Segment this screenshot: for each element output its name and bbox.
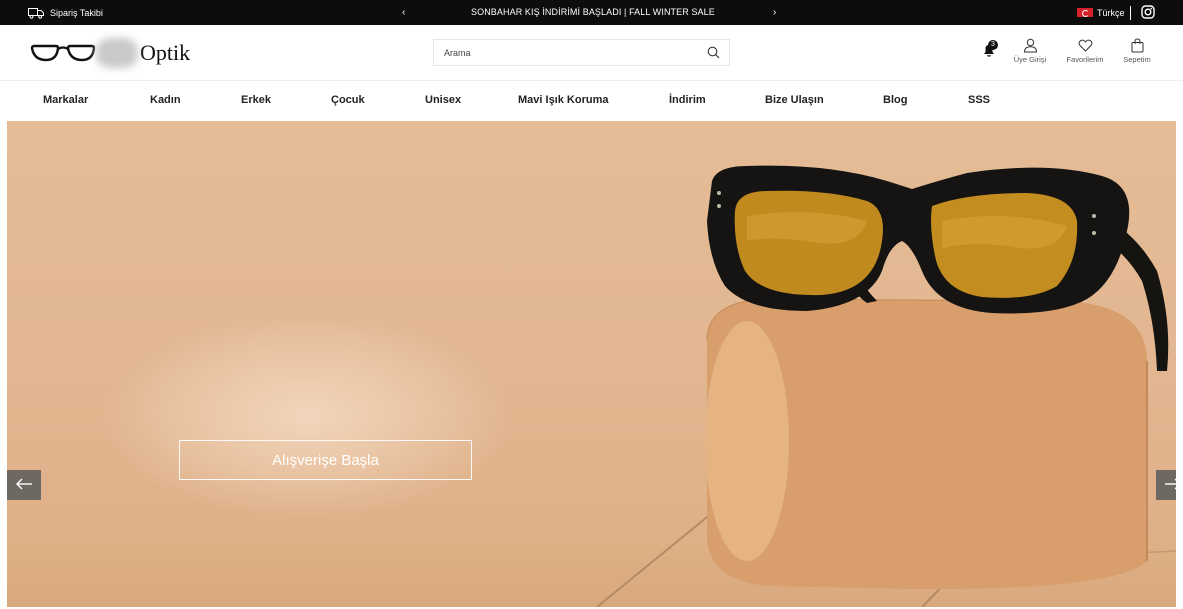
hero-slider: Alışverişe Başla: [7, 121, 1176, 607]
favorites-label: Favorilerim: [1066, 55, 1104, 64]
nav-item-sss[interactable]: SSS: [968, 81, 990, 121]
notification-count-badge: 3: [988, 40, 998, 50]
search-box[interactable]: [433, 39, 730, 66]
nav-item-blog[interactable]: Blog: [883, 81, 907, 121]
nav-item-indirim[interactable]: İndirim: [669, 81, 706, 121]
cart-label: Sepetim: [1123, 55, 1151, 64]
login-button[interactable]: Üye Girişi: [1013, 38, 1047, 64]
search-input[interactable]: [444, 40, 694, 65]
instagram-icon[interactable]: [1141, 5, 1155, 19]
turkey-flag-icon: [1077, 8, 1093, 17]
nav-item-cocuk[interactable]: Çocuk: [331, 81, 365, 121]
nav-item-unisex[interactable]: Unisex: [425, 81, 461, 121]
nav-item-erkek[interactable]: Erkek: [241, 81, 271, 121]
logo-brand-text: Optik: [140, 40, 191, 65]
arrow-left-icon: [16, 478, 32, 489]
announcement-text: SONBAHAR KIŞ İNDİRİMİ BAŞLADI | FALL WIN…: [471, 7, 715, 17]
login-label: Üye Girişi: [1013, 55, 1047, 64]
bag-icon: [1131, 38, 1143, 53]
language-label: Türkçe: [1097, 7, 1125, 18]
main-navigation: Markalar Kadın Erkek Çocuk Unisex Mavi I…: [0, 81, 1183, 121]
announcement-next-arrow[interactable]: ›: [773, 0, 776, 25]
order-tracking-link[interactable]: Sipariş Takibi: [28, 0, 103, 25]
nav-item-markalar[interactable]: Markalar: [43, 81, 88, 121]
heart-icon: [1078, 39, 1092, 52]
slider-next-button[interactable]: [1156, 470, 1176, 500]
arrow-right-icon: [1165, 478, 1176, 489]
slider-prev-button[interactable]: [7, 470, 41, 500]
nav-item-kadin[interactable]: Kadın: [150, 81, 181, 121]
logo-redacted-area: [96, 38, 138, 68]
site-logo[interactable]: Optik: [30, 35, 190, 71]
search-icon[interactable]: [707, 46, 720, 59]
start-shopping-button[interactable]: Alışverişe Başla: [179, 440, 472, 480]
order-tracking-label: Sipariş Takibi: [50, 7, 103, 18]
hero-sunglasses-image: [596, 165, 1176, 607]
notifications-button[interactable]: 3: [981, 40, 1001, 78]
nav-item-bize-ulasin[interactable]: Bize Ulaşın: [765, 81, 824, 121]
topbar-divider: [1130, 6, 1131, 20]
nav-item-mavi-isik-koruma[interactable]: Mavi Işık Koruma: [518, 81, 608, 121]
site-header: Optik 3 Üye Girişi Favorilerim Se: [0, 25, 1183, 81]
announcement-prev-arrow[interactable]: ‹: [402, 0, 405, 25]
cart-button[interactable]: Sepetim: [1120, 38, 1154, 64]
top-bar: Sipariş Takibi ‹ SONBAHAR KIŞ İNDİRİMİ B…: [0, 0, 1183, 25]
favorites-button[interactable]: Favorilerim: [1062, 38, 1108, 64]
user-icon: [1023, 38, 1037, 53]
language-selector[interactable]: Türkçe: [1077, 0, 1125, 25]
glasses-logo-icon: [30, 44, 96, 62]
truck-icon: [28, 7, 44, 19]
